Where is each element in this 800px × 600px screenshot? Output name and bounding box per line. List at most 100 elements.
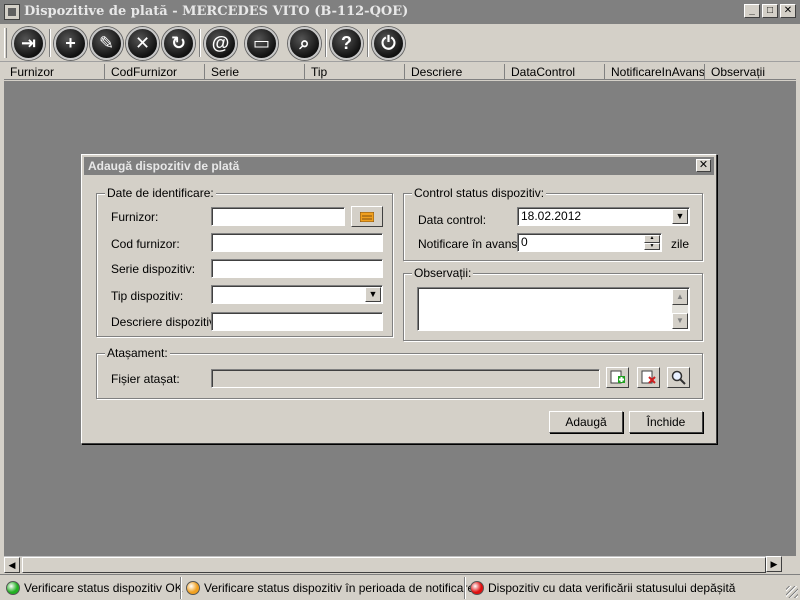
column-header-data-control[interactable]: DataControl bbox=[505, 64, 605, 80]
exit-button[interactable]: ⇥ bbox=[12, 27, 45, 60]
spinner-buttons[interactable]: ▲ ▼ bbox=[644, 235, 660, 250]
orange-dot-icon bbox=[186, 581, 200, 595]
add-button-dialog[interactable]: Adaugă bbox=[549, 411, 623, 433]
pencil-icon: ✎ bbox=[98, 33, 115, 53]
status-separator bbox=[464, 577, 466, 599]
exit-icon: ⇥ bbox=[20, 33, 37, 53]
delete-button[interactable]: ✕ bbox=[126, 27, 159, 60]
scroll-up-icon[interactable]: ▲ bbox=[672, 289, 688, 305]
maximize-button[interactable]: □ bbox=[762, 4, 778, 18]
toolbar: ⇥ + ✎ ✕ ↻ @ ▭ ⌕ ? ⏻ bbox=[0, 24, 800, 62]
dialog-close-button[interactable]: ✕ bbox=[696, 159, 711, 172]
minimize-button[interactable]: _ bbox=[744, 4, 760, 18]
remove-file-button[interactable] bbox=[637, 367, 660, 388]
search-button[interactable]: ⌕ bbox=[288, 27, 321, 60]
magnifier-icon bbox=[671, 370, 686, 385]
column-header-cod-furnizor[interactable]: CodFurnizor bbox=[105, 64, 205, 80]
column-header-serie[interactable]: Serie bbox=[205, 64, 305, 80]
green-dot-icon bbox=[6, 581, 20, 595]
fisier-label: Fișier atașat: bbox=[111, 372, 180, 386]
notificare-value: 0 bbox=[521, 235, 528, 249]
resize-grip[interactable] bbox=[786, 586, 798, 598]
descriere-input[interactable] bbox=[211, 312, 383, 331]
cod-furnizor-label: Cod furnizor: bbox=[111, 237, 180, 251]
question-icon: ? bbox=[341, 33, 352, 53]
scroll-right-button[interactable]: ▶ bbox=[766, 556, 782, 572]
chevron-down-icon[interactable]: ▼ bbox=[365, 287, 381, 302]
serie-label: Serie dispozitiv: bbox=[111, 262, 196, 276]
status-legend-notification: Verificare status dispozitiv în perioada… bbox=[186, 580, 474, 596]
close-button-dialog[interactable]: Închide bbox=[629, 411, 703, 433]
app-window-icon bbox=[4, 4, 20, 20]
toolbar-separator bbox=[49, 29, 51, 57]
status-legend-overdue: Dispozitiv cu data verificării statusulu… bbox=[470, 580, 735, 596]
refresh-icon: ↻ bbox=[170, 33, 187, 53]
status-legend-text: Dispozitiv cu data verificării statusulu… bbox=[488, 581, 736, 595]
magnifier-icon: ⌕ bbox=[299, 33, 310, 53]
notificare-spinner[interactable]: 0 ▲ ▼ bbox=[517, 233, 662, 252]
data-control-picker[interactable]: 18.02.2012 ▼ bbox=[517, 207, 690, 226]
at-icon: @ bbox=[211, 33, 230, 53]
main-window-title-bar: Dispozitive de plată - MERCEDES VITO (B-… bbox=[0, 0, 800, 24]
status-separator bbox=[180, 577, 182, 599]
column-header-notificare[interactable]: NotificareInAvans bbox=[605, 64, 705, 80]
email-button[interactable]: @ bbox=[204, 27, 237, 60]
toolbar-separator bbox=[367, 29, 369, 57]
remove-file-icon bbox=[641, 370, 656, 384]
notificare-label: Notificare în avans: bbox=[418, 237, 521, 251]
tip-dropdown[interactable]: ▼ bbox=[211, 285, 383, 304]
observatii-textarea[interactable]: ▲ ▼ bbox=[417, 287, 690, 331]
toolbar-separator bbox=[325, 29, 327, 57]
furnizor-input[interactable] bbox=[211, 207, 345, 226]
grid-header: Furnizor CodFurnizor Serie Tip Descriere… bbox=[4, 64, 796, 80]
tip-label: Tip dispozitiv: bbox=[111, 289, 184, 303]
add-file-icon bbox=[610, 370, 625, 384]
group-label: Observații: bbox=[412, 266, 474, 280]
spin-down-icon[interactable]: ▼ bbox=[644, 242, 660, 250]
column-header-furnizor[interactable]: Furnizor bbox=[4, 64, 105, 80]
fisier-input bbox=[211, 369, 600, 388]
observatii-scrollbar[interactable]: ▲ ▼ bbox=[672, 289, 688, 329]
data-control-label: Data control: bbox=[418, 213, 487, 227]
status-legend-ok: Verificare status dispozitiv OK bbox=[6, 580, 183, 596]
scroll-thumb[interactable] bbox=[22, 557, 766, 573]
status-legend-text: Verificare status dispozitiv în perioada… bbox=[204, 581, 475, 595]
help-button[interactable]: ? bbox=[330, 27, 363, 60]
group-label: Atașament: bbox=[105, 346, 170, 360]
furnizor-lookup-button[interactable] bbox=[351, 206, 383, 227]
dialog-title-bar: Adaugă dispozitiv de plată ✕ bbox=[84, 157, 714, 175]
chevron-down-icon[interactable]: ▼ bbox=[672, 209, 688, 224]
x-icon: ✕ bbox=[134, 33, 151, 53]
notificare-unit: zile bbox=[671, 237, 690, 251]
scroll-left-button[interactable]: ◀ bbox=[4, 557, 20, 573]
print-button[interactable]: ▭ bbox=[245, 27, 278, 60]
window-title: Dispozitive de plată - MERCEDES VITO (B-… bbox=[24, 4, 409, 19]
column-header-observatii[interactable]: Observații bbox=[705, 64, 796, 80]
add-button[interactable]: + bbox=[54, 27, 87, 60]
toolbar-grip bbox=[4, 28, 7, 58]
attach-file-button[interactable] bbox=[606, 367, 629, 388]
status-legend-text: Verificare status dispozitiv OK bbox=[24, 581, 183, 595]
printer-icon: ▭ bbox=[252, 33, 270, 53]
list-lookup-icon bbox=[360, 211, 374, 222]
group-label: Control status dispozitiv: bbox=[412, 186, 547, 200]
red-dot-icon bbox=[470, 581, 484, 595]
edit-button[interactable]: ✎ bbox=[90, 27, 123, 60]
column-header-tip[interactable]: Tip bbox=[305, 64, 405, 80]
power-icon: ⏻ bbox=[381, 33, 396, 53]
add-device-dialog: Adaugă dispozitiv de plată ✕ Date de ide… bbox=[81, 154, 717, 444]
data-control-value: 18.02.2012 bbox=[521, 209, 582, 223]
refresh-button[interactable]: ↻ bbox=[162, 27, 195, 60]
group-label: Date de identificare: bbox=[105, 186, 216, 200]
scroll-down-icon[interactable]: ▼ bbox=[672, 313, 688, 329]
column-header-descriere[interactable]: Descriere bbox=[405, 64, 505, 80]
power-button[interactable]: ⏻ bbox=[372, 27, 405, 60]
view-file-button[interactable] bbox=[667, 367, 690, 388]
serie-input[interactable] bbox=[211, 259, 383, 278]
cod-furnizor-input[interactable] bbox=[211, 233, 383, 252]
spin-up-icon[interactable]: ▲ bbox=[644, 235, 660, 243]
close-window-button[interactable]: ✕ bbox=[780, 4, 796, 18]
plus-icon: + bbox=[65, 33, 76, 53]
status-bar: Verificare status dispozitiv OK Verifica… bbox=[0, 574, 800, 600]
horizontal-scrollbar[interactable]: ◀ bbox=[4, 556, 768, 573]
